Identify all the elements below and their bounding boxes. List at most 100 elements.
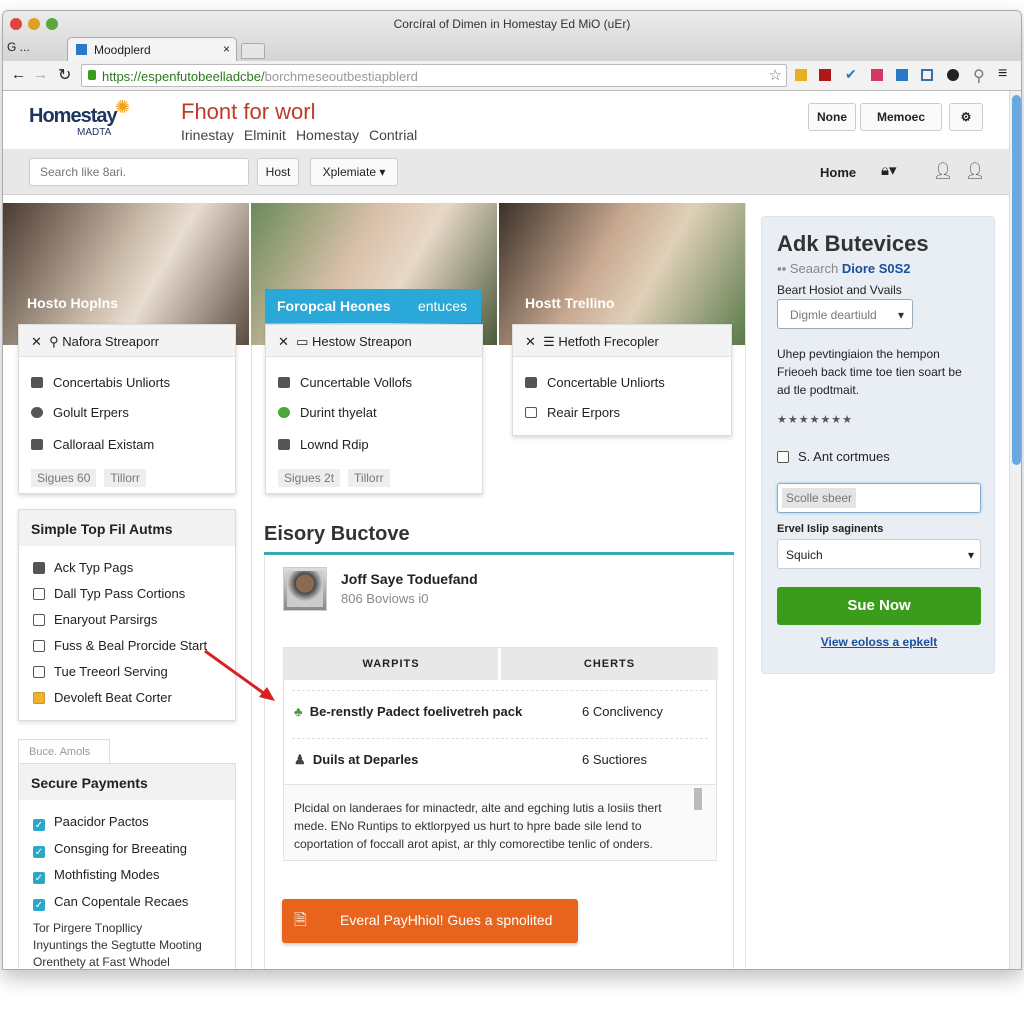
photo-caption: Hostt Trellino [525, 295, 615, 311]
header-link[interactable]: Homestay [296, 127, 359, 143]
user-icon[interactable]: 👤︎ [933, 161, 953, 181]
textarea-scrollbar[interactable] [694, 788, 702, 810]
checkbox[interactable] [33, 588, 45, 600]
chip[interactable]: Sigues 60 [31, 469, 97, 487]
profile-name[interactable]: Joff Saye Toduefand [341, 571, 478, 587]
reload-icon[interactable]: ↻ [58, 65, 71, 85]
avatar-extension-icon[interactable] [947, 69, 959, 81]
checkbox-checked[interactable]: ✓ [33, 819, 45, 831]
home-link[interactable]: Home [820, 165, 856, 180]
list-item[interactable]: Durint thyelat [278, 405, 377, 420]
item-label: Devoleft Beat Corter [54, 690, 172, 705]
house-icon [33, 692, 45, 704]
host-button[interactable]: Host [257, 158, 299, 186]
list-item[interactable]: Concertable Unliorts [525, 375, 665, 390]
submit-button[interactable]: Sue Now [777, 587, 981, 625]
checkbox[interactable] [777, 451, 789, 463]
card-title[interactable]: Hestow Streapon [312, 334, 412, 349]
description-textarea[interactable]: Plcidal on landeraes for minactedr, alte… [284, 784, 716, 860]
window-extension-icon[interactable] [921, 69, 933, 81]
payment-option[interactable]: ✓ Paacidor Pactos [33, 814, 149, 831]
forward-icon[interactable]: → [33, 66, 48, 83]
filter-checkbox[interactable]: Enaryout Parsirgs [33, 612, 157, 627]
checkbox[interactable] [33, 614, 45, 626]
sidebar-checkbox[interactable]: S. Ant cortmues [777, 449, 890, 464]
url-input[interactable]: https://espenfutobeelladcbe/borchmeseout… [81, 64, 787, 87]
bookmark-star-icon[interactable]: ☆ [769, 66, 782, 84]
chip[interactable]: Sigues 2t [278, 469, 341, 487]
new-tab-button[interactable] [241, 43, 265, 59]
table-row[interactable]: ♟ Duils at Deparles 6 Suctiores [294, 752, 704, 768]
list-item[interactable]: Lownd Rdip [278, 437, 369, 452]
filter-checkbox[interactable]: Tue Treeorl Serving [33, 664, 168, 679]
camera-extension-icon[interactable] [871, 69, 883, 81]
payment-option[interactable]: ✓ Can Copentale Recaes [33, 894, 188, 911]
grid-icon: ▪▪ [777, 261, 787, 276]
payment-option[interactable]: ✓ Mothfisting Modes [33, 867, 160, 884]
none-button[interactable]: None [808, 103, 856, 131]
payment-option[interactable]: ✓ Consging for Breeating [33, 841, 187, 858]
filter-checkbox[interactable]: Fuss & Beal Prorcide Start [33, 638, 207, 653]
filter-item[interactable]: Ack Typ Pags [33, 560, 133, 575]
segment-select[interactable]: Squich ▾ [777, 539, 981, 569]
tab-active[interactable]: Moodplerd × [67, 37, 237, 61]
checkbox-checked[interactable]: ✓ [33, 846, 45, 858]
chip[interactable]: Tillorr [348, 469, 390, 487]
cell: 6 Suctiores [582, 752, 648, 767]
key-extension-icon[interactable]: ⚲ [973, 66, 985, 86]
list-item[interactable]: Calloraal Existam [31, 437, 154, 452]
printer-icon [525, 377, 537, 388]
item-label: Durint thyelat [300, 405, 377, 420]
column-divider [745, 203, 746, 969]
list-item[interactable]: Cuncertable Vollofs [278, 375, 412, 390]
search-label: Seaarch [789, 261, 839, 276]
panel-title: Simple Top Fil Autms [19, 510, 235, 546]
checkbox-checked[interactable]: ✓ [33, 872, 45, 884]
chip[interactable]: Tillorr [104, 469, 146, 487]
user-icon[interactable]: 👤︎ [965, 161, 985, 181]
table-header[interactable]: WARPITS [284, 648, 498, 680]
section-title: Eisory Buctove [264, 523, 410, 545]
list-item[interactable]: Concertabis Unliorts [31, 375, 170, 390]
scrollbar-thumb[interactable] [1012, 95, 1021, 465]
checkbox[interactable] [33, 666, 45, 678]
filter-item[interactable]: Devoleft Beat Corter [33, 690, 172, 705]
checkbox[interactable] [33, 640, 45, 652]
cta-button[interactable]: 🗎︎ Everal PayHhiol! Gues a spnolited [282, 899, 578, 943]
site-logo[interactable]: Homestay [29, 105, 118, 128]
list-item[interactable]: Reair Erpors [525, 405, 620, 420]
pdf-extension-icon[interactable] [819, 69, 831, 81]
mail-extension-icon[interactable] [896, 69, 908, 81]
header-link[interactable]: Contrial [369, 127, 417, 143]
item-label: Ack Typ Pags [54, 560, 134, 575]
card-title[interactable]: Hetfoth Frecopler [558, 334, 658, 349]
avatar[interactable] [283, 567, 327, 611]
list-item[interactable]: Golult Erpers [31, 405, 129, 420]
header-link[interactable]: Elminit [244, 127, 286, 143]
xplemiate-dropdown[interactable]: Xplemiate ▾ [310, 158, 398, 186]
back-icon[interactable]: ← [11, 66, 26, 83]
host-select[interactable]: Digmle deartiuld ▾ [777, 299, 913, 329]
search-input[interactable] [29, 158, 249, 186]
card-title[interactable]: Nafora Streaporr [62, 334, 159, 349]
sidebar-input[interactable]: Scolle sbeer [777, 483, 981, 513]
tab-close-icon[interactable]: × [223, 42, 230, 56]
document-icon: 🗎︎ [294, 912, 307, 929]
checkbox-checked[interactable]: ✓ [33, 899, 45, 911]
folder-extension-icon[interactable] [795, 69, 807, 81]
tab-payments[interactable]: Buce. Amols [18, 739, 110, 763]
members-button[interactable]: Memoec [860, 103, 942, 131]
filter-checkbox[interactable]: Dall Typ Pass Cortions [33, 586, 185, 601]
note-line: Inyuntings the Segtutte Mooting [33, 938, 202, 952]
header-link[interactable]: Irinestay [181, 127, 234, 143]
table-header[interactable]: CHERTS [501, 648, 718, 680]
tab-previous[interactable]: G ... [7, 40, 30, 54]
menu-icon[interactable]: ≡ [998, 65, 1007, 83]
lock-dropdown-icon[interactable]: 🔒︎▾ [881, 161, 897, 179]
table-row[interactable]: ♣ Be-renstly Padect foelivetreh pack 6 Co… [294, 704, 704, 719]
view-link[interactable]: View eoloss a epkelt [777, 635, 981, 649]
page-scrollbar[interactable] [1009, 91, 1021, 969]
settings-button[interactable]: ⚙ [949, 103, 983, 131]
twitter-extension-icon[interactable]: ✔ [845, 66, 857, 83]
sidebar-search[interactable]: ▪▪ Seaarch Diore S0S2 [777, 261, 911, 276]
